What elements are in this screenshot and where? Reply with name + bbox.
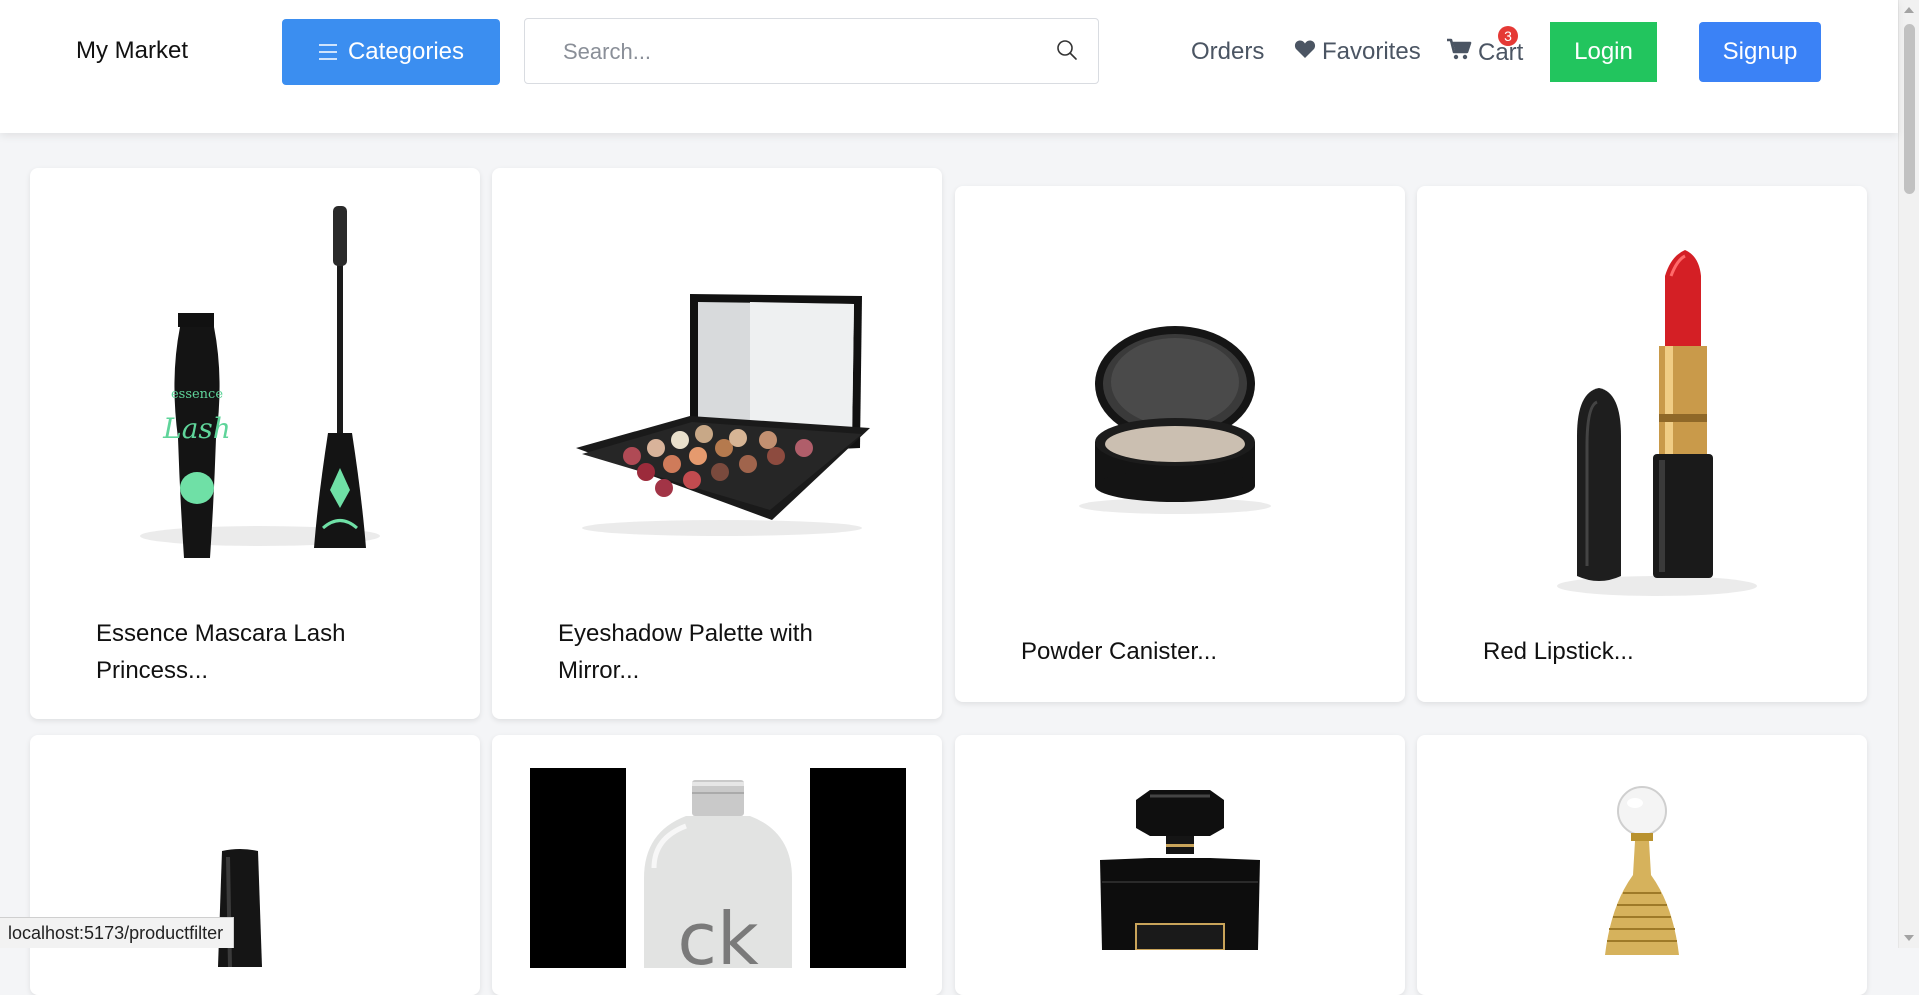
heart-icon <box>1294 38 1316 66</box>
product-card[interactable]: Eyeshadow Palette with Mirror... <box>492 168 942 719</box>
chanel-perfume-image <box>1100 790 1260 950</box>
eyeshadow-palette-image <box>576 294 870 536</box>
svg-text:Lash: Lash <box>162 412 231 445</box>
search-input[interactable] <box>561 33 1035 71</box>
dior-perfume-image <box>1605 786 1679 955</box>
signup-button[interactable]: Signup <box>1699 22 1821 82</box>
mascara-image: essence Lash <box>140 206 380 558</box>
login-button[interactable]: Login <box>1550 22 1657 82</box>
categories-label: Categories <box>347 38 465 65</box>
favorites-label: Favorites <box>1322 38 1421 65</box>
search-icon[interactable] <box>1056 39 1078 66</box>
scrollbar-thumb[interactable] <box>1904 24 1915 194</box>
cart-count-badge: 3 <box>1498 26 1518 46</box>
page-scrollbar[interactable] <box>1898 0 1919 948</box>
link-status-bar: localhost:5173/productfilter <box>0 917 235 948</box>
categories-button[interactable]: Categories <box>282 19 500 85</box>
product-card[interactable]: Red Lipstick... <box>1417 186 1867 702</box>
orders-link[interactable]: Orders <box>1191 38 1264 66</box>
product-card[interactable] <box>1417 735 1867 995</box>
product-title: Eyeshadow Palette with Mirror... <box>558 620 813 684</box>
svg-text:ck: ck <box>677 897 759 968</box>
product-card[interactable] <box>30 735 480 995</box>
powder-canister-image <box>1079 326 1271 514</box>
product-title: Powder Canister... <box>1021 638 1218 665</box>
scroll-up-arrow-icon[interactable] <box>1904 7 1914 13</box>
cart-icon <box>1446 38 1472 67</box>
hamburger-menu-icon <box>318 43 338 61</box>
product-title: Red Lipstick... <box>1483 638 1634 665</box>
favorites-link[interactable]: Favorites <box>1294 38 1421 66</box>
product-card[interactable]: ck <box>492 735 942 995</box>
ck-perfume-image: ck <box>530 768 906 968</box>
product-card[interactable] <box>955 735 1405 995</box>
product-card[interactable]: essence Lash Essence Mascara Lash Prince… <box>30 168 480 719</box>
red-lipstick-image <box>1557 250 1757 596</box>
scroll-down-arrow-icon[interactable] <box>1904 935 1914 941</box>
orders-label: Orders <box>1191 38 1265 65</box>
product-title: Essence Mascara Lash Princess... <box>96 620 346 684</box>
product-card[interactable]: Powder Canister... <box>955 186 1405 702</box>
svg-text:essence: essence <box>171 387 223 402</box>
top-navbar: My Market Categories Orders Favo <box>0 0 1898 133</box>
brand-logo[interactable]: My Market <box>76 37 188 65</box>
nail-polish-image <box>218 849 262 967</box>
search-box <box>524 18 1099 84</box>
